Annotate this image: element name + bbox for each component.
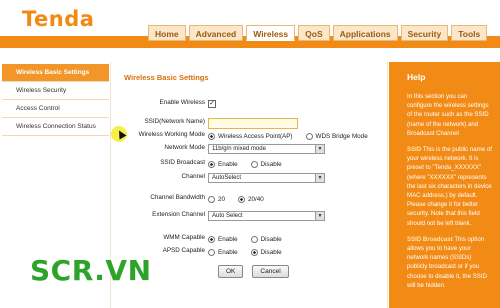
tab-applications[interactable]: Applications bbox=[332, 25, 398, 41]
wmm-disable-radio[interactable] bbox=[250, 235, 258, 243]
ssid-broadcast-disable-label: Disable bbox=[260, 160, 282, 168]
cancel-button[interactable]: Cancel bbox=[252, 265, 289, 278]
enable-wireless-label: Enable Wireless bbox=[159, 99, 206, 106]
apsd-disable-radio[interactable] bbox=[250, 248, 258, 256]
channel-bandwidth-row: Channel Bandwidth 20 20/40 bbox=[111, 193, 389, 205]
ssid-broadcast-enable-option[interactable]: Enable bbox=[208, 160, 238, 168]
wmm-label: WMM Capable bbox=[163, 234, 205, 241]
section-title: Wireless Basic Settings bbox=[124, 73, 209, 82]
extension-channel-label: Extension Channel bbox=[152, 211, 205, 218]
tab-tools[interactable]: Tools bbox=[451, 25, 488, 41]
settings-panel: Wireless Basic Settings Enable Wireless … bbox=[110, 62, 388, 308]
working-mode-row: Wireless Working Mode Wireless Access Po… bbox=[111, 130, 389, 142]
sidebar-item-wireless-security[interactable]: Wireless Security bbox=[2, 82, 109, 100]
wmm-enable-label: Enable bbox=[218, 235, 238, 243]
bandwidth-20-40-option[interactable]: 20/40 bbox=[238, 195, 264, 203]
channel-select[interactable]: AutoSelect ▼ bbox=[208, 173, 325, 183]
sidebar-item-wireless-basic-settings[interactable]: Wireless Basic Settings bbox=[2, 64, 109, 82]
working-mode-ap-label: Wireless Access Point(AP) bbox=[218, 132, 293, 140]
apsd-enable-option[interactable]: Enable bbox=[208, 248, 238, 256]
header: Tenda Home Advanced Wireless QoS Applica… bbox=[0, 0, 500, 48]
help-broadcast-head: SSID Broadcast bbox=[407, 235, 453, 243]
help-ssid-text: This is the public name of your wireless… bbox=[407, 146, 492, 227]
apsd-label: APSD Capable bbox=[162, 247, 205, 254]
ssid-row: SSID(Network Name) bbox=[111, 117, 389, 129]
chevron-down-icon: ▼ bbox=[315, 212, 324, 220]
ssid-input[interactable] bbox=[208, 117, 298, 129]
help-broadcast: SSID Broadcast This option allows you to… bbox=[407, 235, 492, 290]
bandwidth-20-40-label: 20/40 bbox=[248, 195, 264, 203]
chevron-down-icon: ▼ bbox=[315, 145, 324, 153]
watermark: SCR.VN bbox=[30, 254, 152, 287]
working-mode-wds-label: WDS Bridge Mode bbox=[315, 132, 368, 140]
help-broadcast-text: This option allows you to have your netw… bbox=[407, 235, 487, 289]
help-ssid-head: SSID bbox=[407, 146, 422, 154]
wmm-disable-label: Disable bbox=[260, 235, 282, 243]
channel-row: Channel AutoSelect ▼ bbox=[111, 172, 389, 184]
ssid-broadcast-row: SSID Broadcast Enable Disable bbox=[111, 158, 389, 170]
apsd-row: APSD Capable Enable Disable bbox=[111, 246, 389, 258]
tab-wireless[interactable]: Wireless bbox=[246, 25, 296, 41]
wmm-disable-option[interactable]: Disable bbox=[250, 235, 282, 243]
network-mode-row: Network Mode 11b/g/n mixed mode ▼ bbox=[111, 143, 389, 155]
tab-home[interactable]: Home bbox=[148, 25, 186, 41]
ssid-broadcast-label: SSID Broadcast bbox=[160, 159, 205, 166]
help-title: Help bbox=[407, 72, 426, 82]
channel-value: AutoSelect bbox=[212, 175, 242, 181]
ssid-broadcast-enable-radio[interactable] bbox=[208, 160, 215, 168]
bandwidth-20-label: 20 bbox=[218, 195, 226, 203]
ssid-label: SSID(Network Name) bbox=[144, 118, 205, 125]
bandwidth-20-radio[interactable] bbox=[208, 195, 215, 203]
help-ssid: SSID This is the public name of your wir… bbox=[407, 145, 492, 228]
bandwidth-20-40-radio[interactable] bbox=[238, 195, 246, 203]
mouse-cursor-icon bbox=[111, 126, 127, 142]
network-mode-label: Network Mode bbox=[164, 144, 205, 151]
sidebar-item-access-control[interactable]: Access Control bbox=[2, 100, 109, 118]
apsd-enable-label: Enable bbox=[218, 248, 238, 256]
working-mode-ap-option[interactable]: Wireless Access Point(AP) bbox=[208, 132, 293, 140]
working-mode-wds-radio[interactable] bbox=[305, 132, 313, 140]
network-mode-value: 11b/g/n mixed mode bbox=[212, 146, 266, 152]
wmm-enable-radio[interactable] bbox=[208, 235, 215, 243]
ssid-broadcast-enable-label: Enable bbox=[218, 160, 238, 168]
tab-qos[interactable]: QoS bbox=[298, 25, 330, 41]
enable-wireless-checkbox[interactable]: ✓ bbox=[208, 100, 216, 108]
tab-security[interactable]: Security bbox=[400, 25, 449, 41]
apsd-disable-option[interactable]: Disable bbox=[250, 248, 282, 256]
channel-bandwidth-label: Channel Bandwidth bbox=[150, 194, 205, 201]
chevron-down-icon: ▼ bbox=[315, 174, 324, 182]
enable-wireless-row: Enable Wireless ✓ bbox=[111, 98, 389, 110]
sidebar: Wireless Basic Settings Wireless Securit… bbox=[2, 64, 109, 136]
tab-advanced[interactable]: Advanced bbox=[188, 25, 244, 41]
working-mode-ap-radio[interactable] bbox=[208, 132, 215, 140]
channel-label: Channel bbox=[181, 173, 205, 180]
form-buttons: OK Cancel bbox=[218, 265, 289, 278]
help-panel: Help In this section you can configure t… bbox=[389, 62, 500, 308]
sidebar-item-wireless-connection-status[interactable]: Wireless Connection Status bbox=[2, 118, 109, 136]
tenda-logo: Tenda bbox=[22, 7, 95, 31]
ok-button[interactable]: OK bbox=[218, 265, 244, 278]
apsd-enable-radio[interactable] bbox=[208, 248, 215, 256]
main-nav: Home Advanced Wireless QoS Applications … bbox=[148, 25, 488, 41]
bandwidth-20-option[interactable]: 20 bbox=[208, 195, 226, 203]
ssid-broadcast-disable-option[interactable]: Disable bbox=[250, 160, 282, 168]
help-intro: In this section you can configure the wi… bbox=[407, 93, 489, 137]
ssid-broadcast-disable-radio[interactable] bbox=[250, 160, 258, 168]
extension-channel-row: Extension Channel Auto Select ▼ bbox=[111, 210, 389, 222]
working-mode-wds-option[interactable]: WDS Bridge Mode bbox=[305, 132, 368, 140]
apsd-disable-label: Disable bbox=[260, 248, 282, 256]
extension-channel-select[interactable]: Auto Select ▼ bbox=[208, 211, 325, 221]
wmm-row: WMM Capable Enable Disable bbox=[111, 233, 389, 245]
working-mode-label: Wireless Working Mode bbox=[138, 131, 205, 138]
network-mode-select[interactable]: 11b/g/n mixed mode ▼ bbox=[208, 144, 325, 154]
extension-channel-value: Auto Select bbox=[212, 213, 243, 219]
wmm-enable-option[interactable]: Enable bbox=[208, 235, 238, 243]
